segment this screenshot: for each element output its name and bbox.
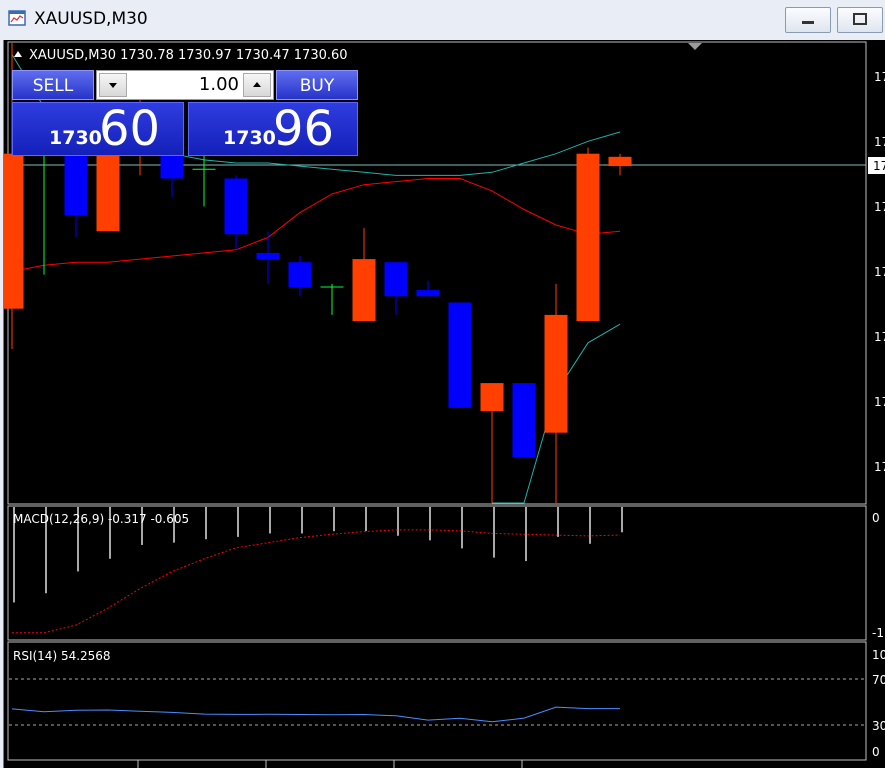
maximize-button[interactable] <box>837 7 883 33</box>
candle-body <box>480 383 504 411</box>
candle-body <box>448 302 472 408</box>
buy-button[interactable]: BUY <box>276 70 358 100</box>
window-title: XAUUSD,M30 <box>34 9 148 29</box>
candle-body <box>224 178 248 235</box>
candle-body <box>384 262 408 297</box>
sell-price-prefix: 1730 <box>49 127 102 149</box>
rsi-line <box>11 706 620 723</box>
buy-price-button[interactable]: 1730 96 <box>188 102 358 156</box>
sell-price-button[interactable]: 1730 60 <box>12 102 184 156</box>
candle-body <box>288 262 312 287</box>
price-axis-label: 17 <box>874 395 885 409</box>
price-axis-label: 17 <box>874 265 885 279</box>
macd-axis-label: -1. <box>872 626 885 640</box>
buy-price-prefix: 1730 <box>223 127 276 149</box>
rsi-axis-label: 0 <box>872 745 880 759</box>
rsi-label: RSI(14) 54.2568 <box>13 649 111 663</box>
candle-body <box>608 156 632 167</box>
macd-label: MACD(12,26,9) -0.317 -0.605 <box>13 512 189 526</box>
candle-body <box>4 153 24 309</box>
candle-body <box>512 383 536 458</box>
lot-increase-button[interactable] <box>243 73 271 97</box>
lot-size-input[interactable]: 1.00 <box>199 74 239 95</box>
rsi-series-layer <box>11 706 620 723</box>
rsi-axis-label: 70 <box>872 673 885 687</box>
minimize-icon <box>802 21 814 24</box>
sell-button[interactable]: SELL <box>12 70 94 100</box>
window-titlebar[interactable]: XAUUSD,M30 <box>0 0 885 40</box>
candle-body <box>256 252 280 260</box>
maximize-icon <box>853 13 867 25</box>
rsi-pane-border <box>7 641 867 761</box>
lot-size-control: 1.00 <box>96 70 274 100</box>
rsi-axis-label: 10 <box>872 648 885 662</box>
price-axis-label: 17 <box>874 330 885 344</box>
macd-signal-line <box>12 529 621 634</box>
macd-pane-border <box>7 505 867 641</box>
macd-axis-label: 0 <box>872 511 880 525</box>
price-axis-label: 17 <box>874 460 885 474</box>
candle-body <box>576 153 600 322</box>
minimize-button[interactable] <box>785 7 831 33</box>
current-price-label: 17 <box>873 159 885 173</box>
chart-window-icon <box>8 10 26 26</box>
candle-body <box>544 314 568 433</box>
sell-price-pips: 60 <box>99 101 161 157</box>
chart-header-text: XAUUSD,M30 1730.78 1730.97 1730.47 1730.… <box>29 48 348 63</box>
candle-body <box>352 259 376 322</box>
candle-body <box>416 290 440 297</box>
price-axis-label: 17 <box>874 135 885 149</box>
triangle-down-icon <box>109 83 117 88</box>
buy-price-pips: 96 <box>273 101 335 157</box>
price-axis-label: 17 <box>874 200 885 214</box>
price-axis-label: 17 <box>874 70 885 84</box>
rsi-axis-label: 30 <box>872 719 885 733</box>
one-click-trading-panel: SELL 1.00 BUY 1730 60 1730 96 <box>12 70 358 156</box>
chart-shift-marker[interactable] <box>688 43 702 50</box>
lot-decrease-button[interactable] <box>99 73 127 97</box>
candle-body <box>96 150 120 232</box>
triangle-up-icon[interactable] <box>14 51 22 57</box>
triangle-up-icon <box>253 82 261 87</box>
